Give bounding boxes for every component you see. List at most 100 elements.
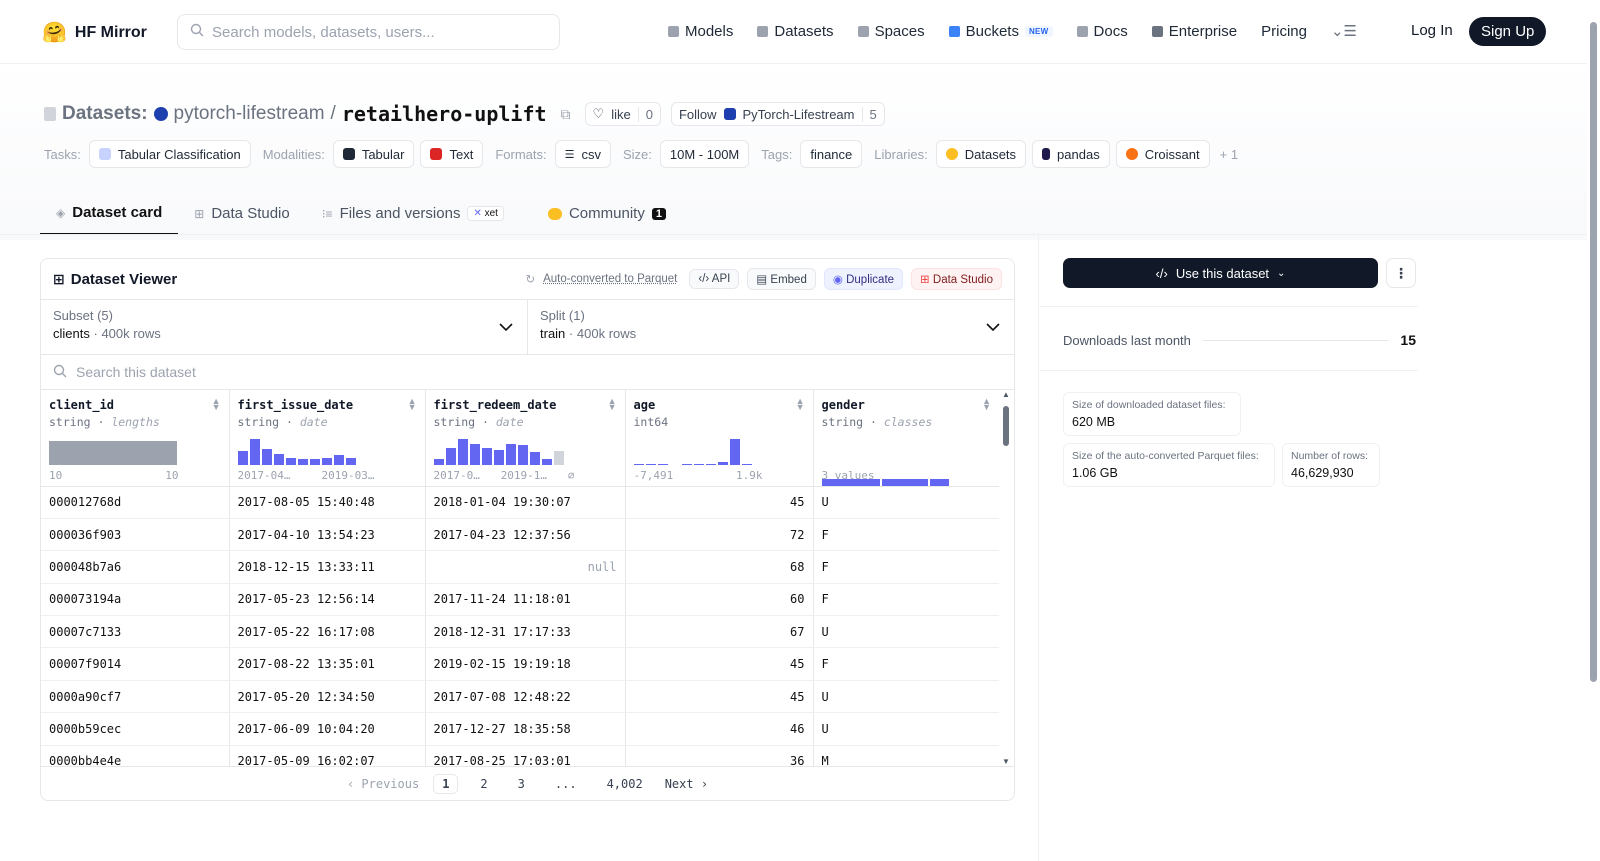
sort-icon[interactable]: ▲ ▼: [982, 397, 991, 412]
sort-icon[interactable]: ▲ ▼: [212, 397, 221, 412]
library-croissant-label: Croissant: [1144, 146, 1200, 162]
table-cell-client-id: 000012768d: [41, 486, 230, 519]
brand-logo[interactable]: 🤗 HF Mirror: [42, 20, 147, 45]
dataset-search[interactable]: Search this dataset: [41, 355, 1014, 390]
auto-converted-link[interactable]: Auto-converted to Parquet: [543, 273, 677, 285]
tab-community[interactable]: Community 1: [532, 192, 682, 235]
subset-select[interactable]: Subset (5) clients · 400k rows: [41, 300, 527, 354]
nav-models[interactable]: Models: [668, 23, 733, 40]
more-libraries[interactable]: + 1: [1220, 147, 1238, 162]
tab-data-studio[interactable]: ⊞ Data Studio: [178, 192, 305, 235]
library-pandas-tag[interactable]: pandas: [1032, 140, 1110, 168]
global-search[interactable]: [177, 14, 560, 50]
tab-dataset-card[interactable]: ◈ Dataset card: [40, 192, 179, 235]
table-cell-first-issue-date: 2017-05-20 12:34:50: [229, 680, 426, 714]
nav-buckets[interactable]: Buckets NEW: [948, 23, 1053, 40]
table-cell-client-id: 0000bb4e4e: [41, 745, 230, 766]
repo-org[interactable]: pytorch-lifestream: [174, 103, 325, 125]
nav-pricing[interactable]: Pricing: [1261, 23, 1307, 40]
size-tag[interactable]: 10M - 100M: [659, 140, 750, 168]
finance-tag[interactable]: finance: [800, 140, 863, 168]
dataset-search-placeholder: Search this dataset: [76, 364, 196, 380]
page-scroll-thumb[interactable]: [1590, 22, 1597, 682]
sort-icon[interactable]: ▲ ▼: [408, 397, 417, 412]
embed-label: Embed: [770, 274, 807, 286]
divider: [0, 234, 1590, 235]
previous-label: Previous: [361, 776, 420, 791]
hist-bar: [49, 441, 177, 465]
nav-datasets-label: Datasets: [774, 22, 834, 40]
column-header-age[interactable]: age int64 ▲ ▼ -7,491 1.9k: [625, 390, 814, 487]
signup-button[interactable]: Sign Up: [1469, 17, 1547, 46]
sort-icon[interactable]: ▲ ▼: [796, 397, 805, 412]
nav-enterprise[interactable]: Enterprise: [1151, 23, 1237, 40]
range-min: 2017-04…: [237, 469, 291, 482]
library-datasets-tag[interactable]: Datasets: [935, 140, 1027, 168]
table-row[interactable]: 0000b59cec 2017-06-09 10:04:20 2017-12-27 …: [41, 712, 999, 746]
column-header-first-issue-date[interactable]: first_issue_date string · date ▲ ▼ 2017-0…: [229, 390, 426, 487]
table-row[interactable]: 0000bb4e4e 2017-05-09 16:02:07 2017-08-25 …: [41, 745, 999, 766]
sort-icon[interactable]: ▲ ▼: [608, 397, 617, 412]
hist-bar: [633, 464, 644, 465]
table-row[interactable]: 00007f9014 2017-08-22 13:35:01 2019-02-15 …: [41, 647, 999, 681]
nav-docs[interactable]: Docs: [1076, 23, 1128, 40]
library-croissant-tag[interactable]: Croissant: [1115, 140, 1210, 168]
login-link[interactable]: Log In: [1411, 22, 1453, 39]
buckets-icon: [948, 25, 960, 37]
nav-spaces[interactable]: Spaces: [857, 23, 925, 40]
data-studio-button[interactable]: ⊞ Data Studio: [911, 268, 1002, 290]
more-options-button[interactable]: ⋮: [1386, 258, 1416, 288]
modality-text-tag[interactable]: Text: [420, 140, 484, 168]
table-row[interactable]: 0000a90cf7 2017-05-20 12:34:50 2017-07-08 …: [41, 680, 999, 714]
scroll-thumb[interactable]: [1003, 406, 1009, 446]
column-header-client-id[interactable]: client_id string · lengths ▲ ▼ 10 10: [41, 390, 230, 487]
table-row[interactable]: 000073194a 2017-05-23 12:56:14 2017-11-24 …: [41, 583, 999, 617]
table-row[interactable]: 000012768d 2017-08-05 15:40:48 2018-01-04 …: [41, 486, 999, 519]
scroll-up-icon[interactable]: ▲: [1000, 390, 1012, 399]
table-scroll-area[interactable]: client_id string · lengths ▲ ▼ 10 10 first…: [41, 390, 1014, 766]
embed-button[interactable]: ▤ Embed: [747, 268, 816, 290]
table-row[interactable]: 000036f903 2017-04-10 13:54:23 2017-04-23 …: [41, 518, 999, 552]
table-icon: ⊞: [53, 270, 65, 287]
page-2[interactable]: 2: [472, 775, 495, 793]
like-button[interactable]: ♡ like 0: [584, 102, 661, 126]
tab-data-studio-label: Data Studio: [211, 205, 290, 222]
page-scrollbar[interactable]: [1587, 0, 1600, 861]
nav-pricing-label: Pricing: [1261, 22, 1307, 40]
xet-label: xet: [484, 208, 498, 219]
duplicate-button[interactable]: ◉ Duplicate: [823, 268, 904, 290]
page-last[interactable]: 4,002: [599, 775, 651, 793]
scroll-down-icon[interactable]: ▼: [1000, 757, 1012, 766]
hist-bar: [705, 464, 716, 465]
column-header-first-redeem-date[interactable]: first_redeem_date string · date ▲ ▼ 2017-…: [425, 390, 626, 487]
table-row[interactable]: 00007c7133 2017-05-22 16:17:08 2018-12-31 …: [41, 615, 999, 649]
next-button[interactable]: Next ›: [665, 777, 708, 791]
copy-icon[interactable]: ⧉: [561, 106, 571, 123]
repo-name[interactable]: retailhero-uplift: [342, 102, 547, 126]
hist-bar: [457, 439, 468, 465]
menu-icon: ⌄☰: [1330, 23, 1357, 40]
table-scrollbar[interactable]: ▲ ▼: [1000, 390, 1012, 766]
global-search-input[interactable]: [212, 23, 559, 41]
page-1[interactable]: 1: [433, 773, 459, 794]
viewer-tools: ↻ Auto-converted to Parquet ‹/› API ▤ Em…: [525, 268, 1002, 290]
pagination: ‹ Previous 1 2 3 ... 4,002 Next ›: [41, 766, 1014, 800]
previous-button[interactable]: ‹ Previous: [347, 777, 419, 791]
repo-title: Datasets: pytorch-lifestream / retailher…: [44, 102, 885, 126]
use-dataset-button[interactable]: ‹/› Use this dataset ⌄: [1063, 258, 1378, 288]
split-select[interactable]: Split (1) train · 400k rows: [527, 300, 1014, 354]
spaces-icon: [857, 25, 869, 37]
hf-logo-icon: 🤗: [42, 22, 67, 44]
modality-tabular-tag[interactable]: Tabular: [332, 140, 415, 168]
task-tag[interactable]: Tabular Classification: [88, 140, 251, 168]
tab-files[interactable]: ⁝≡ Files and versions ✕ xet: [306, 192, 520, 235]
follow-button[interactable]: Follow PyTorch-Lifestream 5: [670, 102, 885, 126]
column-header-gender[interactable]: gender string · classes ▲ ▼ 3 values: [813, 390, 999, 487]
table-row[interactable]: 000048b7a6 2018-12-15 13:33:11 null 68 F: [41, 550, 999, 584]
subset-value: clients: [53, 326, 90, 341]
nav-more-menu[interactable]: ⌄☰: [1331, 22, 1357, 40]
page-3[interactable]: 3: [510, 775, 533, 793]
format-tag[interactable]: ☰ csv: [554, 140, 611, 168]
api-button[interactable]: ‹/› API: [689, 269, 740, 289]
nav-datasets[interactable]: Datasets: [757, 22, 834, 40]
